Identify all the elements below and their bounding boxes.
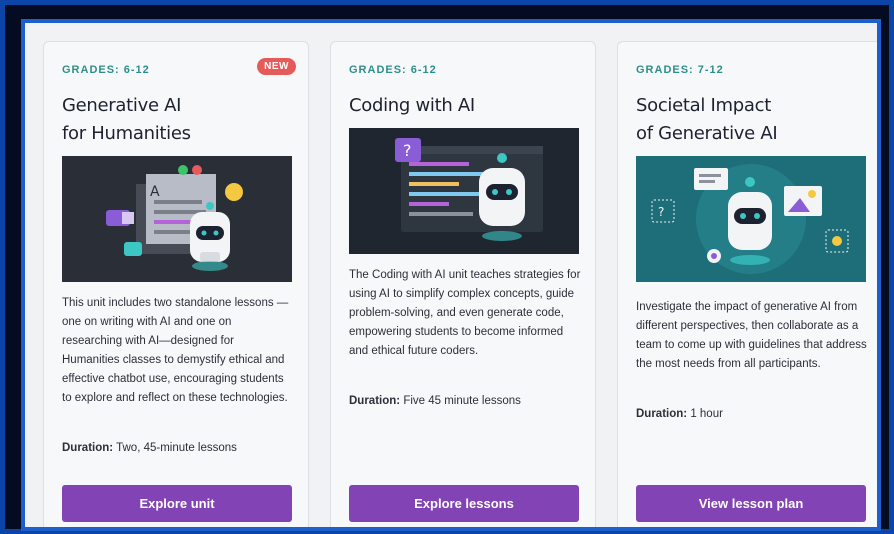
- card-title-line2: for Humanities: [62, 123, 191, 144]
- card-description: This unit includes two standalone lesson…: [62, 297, 289, 404]
- card-duration: Duration: 1 hour: [636, 408, 868, 420]
- grades-label: GRADES: 6-12: [62, 64, 150, 76]
- duration-label: Duration:: [62, 442, 114, 454]
- unit-card-coding-with-ai: GRADES: 6-12 Coding with AI ? The Coding…: [330, 41, 596, 527]
- grades-label: GRADES: 7-12: [636, 64, 724, 76]
- card-description: The Coding with AI unit teaches strategi…: [349, 269, 581, 357]
- duration-value: Two, 45-minute lessons: [116, 442, 237, 454]
- duration-value: Five 45 minute lessons: [403, 395, 521, 407]
- illus-question: ?: [403, 141, 412, 160]
- view-lesson-plan-button[interactable]: View lesson plan: [636, 485, 866, 522]
- card-title: Societal Impact of Generative AI: [636, 92, 876, 148]
- card-title: Generative AI for Humanities: [62, 92, 302, 148]
- card-title: Coding with AI: [349, 92, 589, 120]
- illus-question: ?: [658, 205, 664, 219]
- unit-card-generative-ai-humanities: GRADES: 6-12 NEW Generative AI for Human…: [43, 41, 309, 527]
- duration-label: Duration:: [636, 408, 688, 420]
- outer-frame: GRADES: 6-12 NEW Generative AI for Human…: [0, 0, 894, 534]
- new-badge: NEW: [257, 58, 296, 75]
- illus-letter: A: [150, 184, 160, 200]
- card-title-line1: Societal Impact: [636, 95, 771, 116]
- duration-value: 1 hour: [690, 408, 723, 420]
- unit-card-societal-impact: GRADES: 7-12 Societal Impact of Generati…: [617, 41, 877, 527]
- robot-with-network-icon: ?: [636, 156, 866, 282]
- robot-with-code-editor-icon: ?: [349, 128, 579, 254]
- explore-unit-button[interactable]: Explore unit: [62, 485, 292, 522]
- card-duration: Duration: Two, 45-minute lessons: [62, 442, 294, 454]
- explore-lessons-button[interactable]: Explore lessons: [349, 485, 579, 522]
- robot-with-document-icon: A: [62, 156, 292, 282]
- grades-label: GRADES: 6-12: [349, 64, 437, 76]
- card-duration: Duration: Five 45 minute lessons: [349, 395, 581, 407]
- card-description: Investigate the impact of generative AI …: [636, 301, 867, 370]
- card-title-line1: Generative AI: [62, 95, 182, 116]
- card-title-line1: Coding with AI: [349, 95, 475, 116]
- duration-label: Duration:: [349, 395, 401, 407]
- cards-container: GRADES: 6-12 NEW Generative AI for Human…: [21, 19, 881, 531]
- card-title-line2: of Generative AI: [636, 123, 778, 144]
